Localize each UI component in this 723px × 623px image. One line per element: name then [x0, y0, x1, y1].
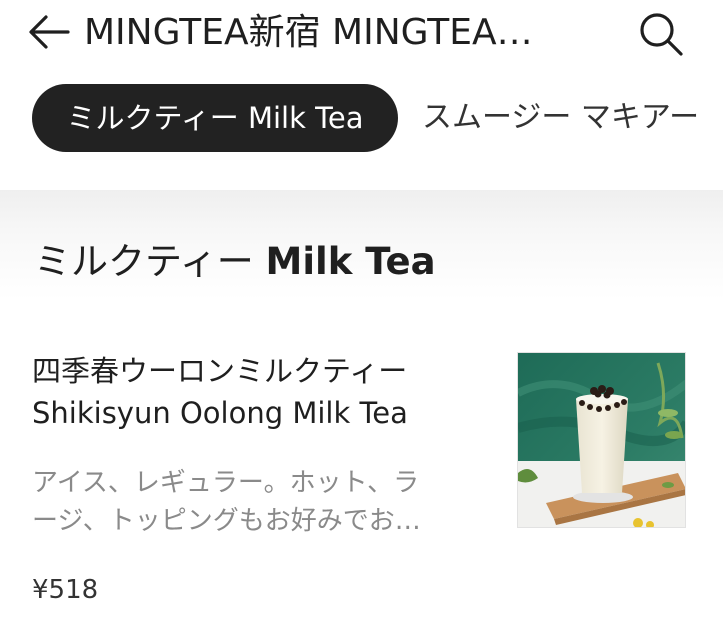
tab-previous-category[interactable]: a	[0, 94, 2, 142]
menu-item-card[interactable]: 四季春ウーロンミルクティー Shikisyun Oolong Milk Tea …	[0, 350, 723, 623]
section-title: ミルクティー Milk Tea	[34, 234, 436, 290]
tab-milk-tea[interactable]: ミルクティー Milk Tea	[32, 84, 398, 152]
item-description-line2: ージ、トッピングもお好みでお…	[32, 506, 421, 536]
item-price: ¥518	[32, 575, 99, 605]
store-title: MINGTEA新宿 MINGTEA…	[84, 12, 533, 53]
store-menu-page: MINGTEA新宿 MINGTEA… a ミルクティー Milk Tea スムー…	[0, 0, 723, 623]
milk-tea-photo	[517, 352, 686, 528]
item-name-jp: 四季春ウーロンミルクティー	[32, 354, 408, 388]
category-tabs: a ミルクティー Milk Tea スムージー マキアー	[0, 80, 723, 156]
tab-smoothie-macchiato[interactable]: スムージー マキアー	[422, 94, 699, 142]
item-name-en: Shikisyun Oolong Milk Tea	[32, 396, 408, 430]
top-bar: MINGTEA新宿 MINGTEA…	[0, 0, 723, 66]
section-title-jp: ミルクティー	[34, 240, 266, 283]
search-icon	[640, 13, 683, 56]
search-button[interactable]	[636, 10, 686, 56]
item-name: 四季春ウーロンミルクティー Shikisyun Oolong Milk Tea	[32, 350, 472, 434]
item-description: アイス、レギュラー。ホット、ラ ージ、トッピングもお好みでお…	[32, 464, 462, 540]
back-button[interactable]	[26, 12, 72, 52]
arrow-left-icon	[29, 15, 70, 49]
section-title-en: Milk Tea	[265, 240, 436, 283]
item-description-line1: アイス、レギュラー。ホット、ラ	[32, 468, 420, 498]
menu-content: ミルクティー Milk Tea 四季春ウーロンミルクティー Shikisyun …	[0, 190, 723, 623]
